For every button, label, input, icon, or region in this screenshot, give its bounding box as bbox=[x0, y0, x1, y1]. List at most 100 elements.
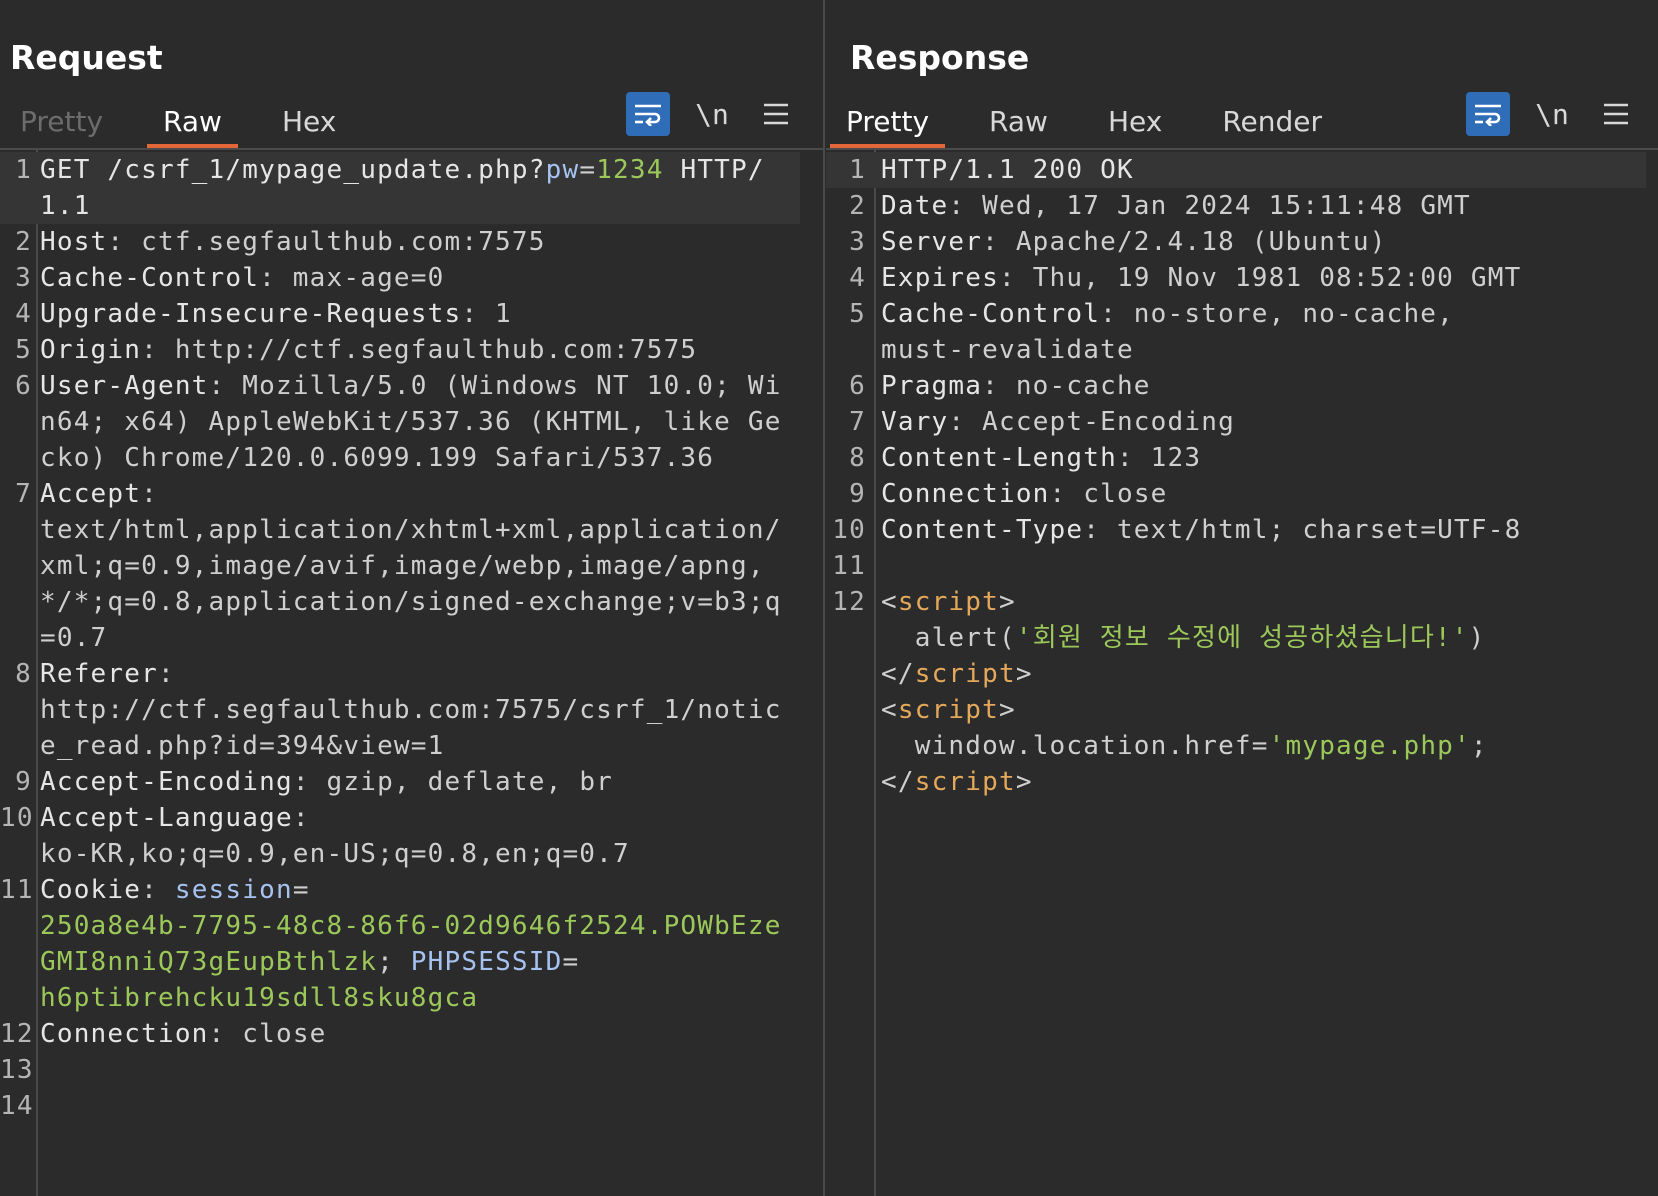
code-token: Cache-Control bbox=[40, 263, 260, 293]
code-token: : text/html,application/xhtml+xml,applic… bbox=[40, 479, 782, 653]
code-token: pw bbox=[545, 155, 580, 185]
newline-icon[interactable]: \n bbox=[690, 92, 734, 136]
code-line[interactable]: 11 bbox=[826, 548, 1646, 584]
code-token: : Wed, 17 Jan 2024 15:11:48 GMT bbox=[948, 191, 1471, 221]
code-token: Accept-Encoding bbox=[40, 767, 293, 797]
code-token: = bbox=[292, 875, 310, 905]
line-text: Upgrade-Insecure-Requests: 1 bbox=[40, 296, 796, 332]
line-number: 8 bbox=[849, 443, 866, 473]
code-line[interactable]: 9 Accept-Encoding: gzip, deflate, br bbox=[0, 764, 800, 800]
code-line[interactable]: 7 Accept: text/html,application/xhtml+xml… bbox=[0, 476, 800, 656]
code-token: '회원 정보 수정에 성공하셨습니다!' bbox=[1015, 623, 1469, 653]
code-line[interactable]: 4 Expires: Thu, 19 Nov 1981 08:52:00 GMT bbox=[826, 260, 1646, 296]
line-text: Accept-Encoding: gzip, deflate, br bbox=[40, 764, 796, 800]
line-text bbox=[881, 548, 1621, 584]
menu-icon[interactable] bbox=[1594, 92, 1638, 136]
line-text: Content-Length: 123 bbox=[881, 440, 1621, 476]
line-number: 10 bbox=[832, 515, 866, 545]
line-number: 7 bbox=[849, 407, 866, 437]
code-token: : no-cache bbox=[982, 371, 1151, 401]
code-line[interactable]: 11 Cookie: session= 250a8e4b-7795-48c8-86… bbox=[0, 872, 800, 1016]
line-number: 8 bbox=[15, 659, 32, 689]
http-message-editor: Request Pretty Raw Hex \n 1 GET /csrf_1/m… bbox=[0, 0, 1658, 1196]
line-text: <script> alert('회원 정보 수정에 성공하셨습니다!') </s… bbox=[881, 584, 1621, 800]
line-text: User-Agent: Mozilla/5.0 (Windows NT 10.0… bbox=[40, 368, 796, 476]
response-tabs: Pretty Raw Hex Render bbox=[830, 102, 1366, 148]
line-number: 1 bbox=[849, 155, 866, 185]
code-token: Date bbox=[881, 191, 949, 221]
code-token: Content-Length bbox=[881, 443, 1117, 473]
code-line[interactable]: 9 Connection: close bbox=[826, 476, 1646, 512]
newline-icon[interactable]: \n bbox=[1530, 92, 1574, 136]
line-number: 12 bbox=[0, 1019, 34, 1049]
code-line[interactable]: 4 Upgrade-Insecure-Requests: 1 bbox=[0, 296, 800, 332]
code-token: h6ptibrehcku19sdll8sku8gca bbox=[40, 983, 479, 1013]
code-line[interactable]: 2 Host: ctf.segfaulthub.com:7575 bbox=[0, 224, 800, 260]
code-token: : gzip, deflate, br bbox=[292, 767, 614, 797]
code-token: > bbox=[1015, 767, 1033, 797]
line-number: 6 bbox=[15, 371, 32, 401]
code-line[interactable]: 12 Connection: close bbox=[0, 1016, 800, 1052]
code-token: Accept-Language bbox=[40, 803, 293, 833]
wrap-icon[interactable] bbox=[626, 92, 670, 136]
tab-divider bbox=[826, 148, 1658, 150]
line-text: Accept: text/html,application/xhtml+xml,… bbox=[40, 476, 796, 656]
code-line[interactable]: 13 bbox=[0, 1052, 800, 1088]
line-text: Cookie: session= 250a8e4b-7795-48c8-86f6… bbox=[40, 872, 796, 1016]
code-line[interactable]: 8 Content-Length: 123 bbox=[826, 440, 1646, 476]
response-editor[interactable]: 1 HTTP/1.1 200 OK 2 Date: Wed, 17 Jan 2024 … bbox=[826, 152, 1646, 800]
response-pane: Response Pretty Raw Hex Render \n 1 HTTP/… bbox=[826, 0, 1658, 1196]
code-line[interactable]: 3 Server: Apache/2.4.18 (Ubuntu) bbox=[826, 224, 1646, 260]
code-token: Host bbox=[40, 227, 108, 257]
code-line[interactable]: 2 Date: Wed, 17 Jan 2024 15:11:48 GMT bbox=[826, 188, 1646, 224]
code-line[interactable]: 10 Accept-Language: ko-KR,ko;q=0.9,en-US;… bbox=[0, 800, 800, 872]
code-line[interactable]: 3 Cache-Control: max-age=0 bbox=[0, 260, 800, 296]
code-token: : close bbox=[208, 1019, 327, 1049]
line-text: Server: Apache/2.4.18 (Ubuntu) bbox=[881, 224, 1621, 260]
menu-icon[interactable] bbox=[754, 92, 798, 136]
pane-splitter[interactable] bbox=[823, 0, 825, 1196]
line-number: 12 bbox=[832, 587, 866, 617]
tab-pretty[interactable]: Pretty bbox=[4, 102, 119, 144]
tab-render[interactable]: Render bbox=[1206, 102, 1338, 144]
code-line[interactable]: 1 HTTP/1.1 200 OK bbox=[826, 152, 1646, 188]
code-line[interactable]: 5 Cache-Control: no-store, no-cache, must… bbox=[826, 296, 1646, 368]
code-line[interactable]: 14 bbox=[0, 1088, 800, 1124]
code-line[interactable]: 5 Origin: http://ctf.segfaulthub.com:7575 bbox=[0, 332, 800, 368]
code-token: 'mypage.php' bbox=[1268, 731, 1471, 761]
code-token: : ctf.segfaulthub.com:7575 bbox=[107, 227, 546, 257]
code-token: Server bbox=[881, 227, 983, 257]
code-line[interactable]: 12 <script> alert('회원 정보 수정에 성공하셨습니다!') <… bbox=[826, 584, 1646, 800]
wrap-icon[interactable] bbox=[1466, 92, 1510, 136]
tab-hex[interactable]: Hex bbox=[266, 102, 352, 144]
line-text: Vary: Accept-Encoding bbox=[881, 404, 1621, 440]
code-line[interactable]: 1 GET /csrf_1/mypage_update.php?pw=1234 H… bbox=[0, 152, 800, 224]
line-text: GET /csrf_1/mypage_update.php?pw=1234 HT… bbox=[40, 152, 796, 224]
request-editor[interactable]: 1 GET /csrf_1/mypage_update.php?pw=1234 H… bbox=[0, 152, 800, 1124]
line-number: 9 bbox=[849, 479, 866, 509]
tab-raw[interactable]: Raw bbox=[973, 102, 1064, 144]
code-token: Connection bbox=[881, 479, 1050, 509]
tab-raw[interactable]: Raw bbox=[147, 102, 238, 148]
code-line[interactable]: 8 Referer: http://ctf.segfaulthub.com:757… bbox=[0, 656, 800, 764]
line-number: 3 bbox=[15, 263, 32, 293]
code-token: ; bbox=[377, 947, 411, 977]
code-token: 1234 bbox=[596, 155, 664, 185]
response-toolbar: \n bbox=[1466, 92, 1658, 136]
request-title: Request bbox=[10, 38, 163, 77]
code-line[interactable]: 6 User-Agent: Mozilla/5.0 (Windows NT 10.… bbox=[0, 368, 800, 476]
line-text: HTTP/1.1 200 OK bbox=[881, 152, 1621, 188]
code-line[interactable]: 10 Content-Type: text/html; charset=UTF-8 bbox=[826, 512, 1646, 548]
code-token: : text/html; charset=UTF-8 bbox=[1083, 515, 1522, 545]
code-line[interactable]: 7 Vary: Accept-Encoding bbox=[826, 404, 1646, 440]
line-text: Content-Type: text/html; charset=UTF-8 bbox=[881, 512, 1621, 548]
code-token: : http://ctf.segfaulthub.com:7575 bbox=[141, 335, 698, 365]
code-token: Referer bbox=[40, 659, 158, 689]
code-line[interactable]: 6 Pragma: no-cache bbox=[826, 368, 1646, 404]
code-token: Upgrade-Insecure-Requests bbox=[40, 299, 462, 329]
code-token: Vary bbox=[881, 407, 949, 437]
line-number: 11 bbox=[832, 551, 866, 581]
line-number: 5 bbox=[849, 299, 866, 329]
tab-hex[interactable]: Hex bbox=[1092, 102, 1178, 144]
tab-pretty[interactable]: Pretty bbox=[830, 102, 946, 148]
